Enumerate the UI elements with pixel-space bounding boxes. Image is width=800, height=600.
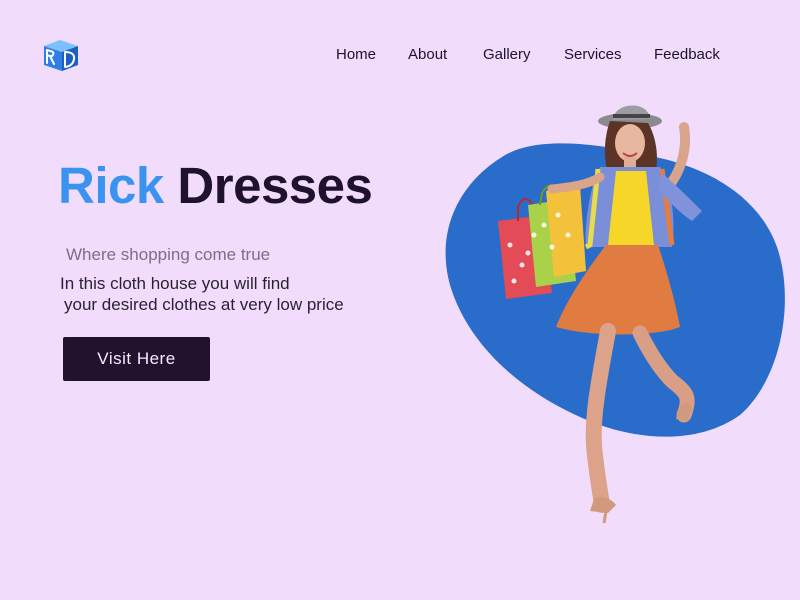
woman-with-shopping-bags-illustration xyxy=(445,105,785,524)
landing-page: Home About Gallery Services Feedback Ric… xyxy=(0,0,800,600)
main-nav: Home About Gallery Services Feedback xyxy=(0,46,800,66)
nav-item-services[interactable]: Services xyxy=(564,46,622,63)
nav-item-feedback[interactable]: Feedback xyxy=(654,46,720,63)
hero-description-line2: your desired clothes at very low price xyxy=(64,295,344,314)
hero-title-rest: Dresses xyxy=(177,157,373,214)
nav-item-gallery[interactable]: Gallery xyxy=(483,46,531,63)
hero-description-line1: In this cloth house you will find xyxy=(60,274,290,293)
hero-illustration xyxy=(440,95,800,525)
nav-item-about[interactable]: About xyxy=(408,46,447,63)
hero-title-accent: Rick xyxy=(58,157,164,214)
hero-tagline: Where shopping come true xyxy=(66,245,271,264)
nav-item-home[interactable]: Home xyxy=(336,46,376,63)
hero-description: In this cloth house you will find your d… xyxy=(60,273,344,315)
hero-title: Rick Dresses xyxy=(58,156,373,216)
visit-here-button[interactable]: Visit Here xyxy=(63,337,210,381)
